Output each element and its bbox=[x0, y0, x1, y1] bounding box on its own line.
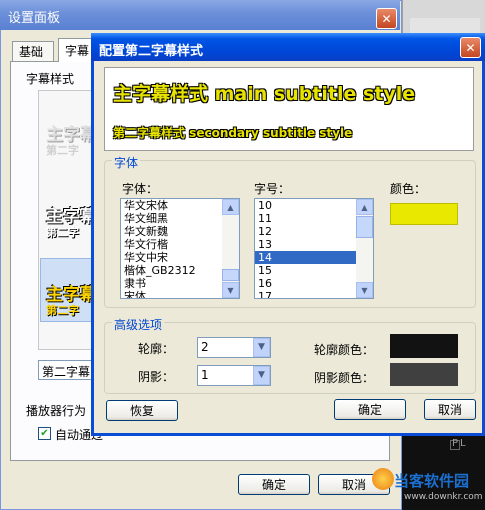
watermark-logo-icon bbox=[372, 468, 394, 490]
checkmark-icon: ✔ bbox=[40, 428, 49, 439]
dialog-cancel-button[interactable]: 取消 bbox=[424, 399, 476, 420]
restore-button[interactable]: 恢复 bbox=[106, 400, 178, 421]
preview-main-subtitle: 主字幕样式 main subtitle style bbox=[113, 83, 416, 105]
outline-color-swatch[interactable] bbox=[390, 334, 458, 358]
font-list-scrollbar[interactable]: ▲ ▼ bbox=[222, 199, 239, 298]
advanced-group-legend: 高级选项 bbox=[112, 316, 165, 333]
style-preview-2-secondary: 第二字 bbox=[46, 226, 79, 239]
font-list-scroll-thumb[interactable] bbox=[222, 269, 239, 281]
chevron-down-icon[interactable]: ▼ bbox=[253, 366, 270, 385]
settings-ok-button[interactable]: 确定 bbox=[238, 474, 310, 495]
outline-combo-value: 2 bbox=[201, 340, 209, 354]
shadow-color-label: 阴影颜色： bbox=[314, 371, 375, 385]
size-list-scrollbar[interactable]: ▲ ▼ bbox=[356, 199, 373, 298]
preview-secondary-subtitle: 第二字幕样式 secondary subtitle style bbox=[113, 126, 353, 140]
color-label: 颜色： bbox=[390, 182, 427, 196]
dialog-title: 配置第二字幕样式 bbox=[99, 44, 204, 59]
dialog-close-button[interactable]: ✕ bbox=[460, 37, 481, 58]
shadow-combo-value: 1 bbox=[201, 368, 209, 382]
size-list-scroll-thumb[interactable] bbox=[356, 216, 373, 238]
shadow-label: 阴影： bbox=[138, 370, 175, 384]
player-bar-text: PL bbox=[452, 438, 468, 449]
scroll-down-icon[interactable]: ▼ bbox=[222, 282, 239, 298]
shadow-combo[interactable]: 1 ▼ bbox=[197, 365, 271, 386]
outline-combo[interactable]: 2 ▼ bbox=[197, 337, 271, 358]
secondary-subtitle-combo[interactable]: 第二字幕 bbox=[38, 360, 98, 380]
close-icon: ✕ bbox=[465, 40, 476, 55]
dialog-ok-button[interactable]: 确定 bbox=[334, 399, 406, 420]
font-group-legend: 字体 bbox=[112, 154, 141, 171]
text-color-swatch[interactable] bbox=[390, 203, 458, 225]
style-preview-3-secondary: 第二字 bbox=[46, 304, 79, 317]
player-behavior-label: 播放器行为 bbox=[26, 404, 87, 418]
shadow-color-swatch[interactable] bbox=[390, 363, 458, 386]
size-label: 字号： bbox=[254, 182, 291, 196]
outline-color-label: 轮廓颜色： bbox=[314, 343, 375, 357]
chevron-down-icon[interactable]: ▼ bbox=[253, 338, 270, 357]
font-label: 字体： bbox=[122, 182, 159, 196]
settings-close-button[interactable]: ✕ bbox=[376, 8, 397, 29]
subtitle-style-label: 字幕样式 bbox=[26, 72, 75, 86]
size-listbox[interactable]: 10 11 12 13 14 15 16 17 ▲ ▼ bbox=[254, 198, 374, 299]
font-listbox[interactable]: 华文宋体 华文细黑 华文新魏 华文行楷 华文中宋 楷体_GB2312 隶书 宋体… bbox=[120, 198, 240, 299]
scroll-up-icon[interactable]: ▲ bbox=[356, 199, 373, 215]
close-icon: ✕ bbox=[381, 11, 392, 26]
auto-checkbox[interactable]: ✔ bbox=[38, 427, 51, 440]
scroll-down-icon[interactable]: ▼ bbox=[356, 282, 373, 298]
watermark-text: 当客软件园 bbox=[394, 472, 470, 490]
watermark-url: www.downkr.com bbox=[404, 492, 483, 502]
settings-panel-title: 设置面板 bbox=[8, 11, 61, 26]
style-preview-1-secondary: 第二字 bbox=[46, 144, 79, 157]
tab-basic[interactable]: 基础 bbox=[12, 41, 54, 61]
outline-label: 轮廓： bbox=[138, 342, 175, 356]
scroll-up-icon[interactable]: ▲ bbox=[222, 199, 239, 215]
